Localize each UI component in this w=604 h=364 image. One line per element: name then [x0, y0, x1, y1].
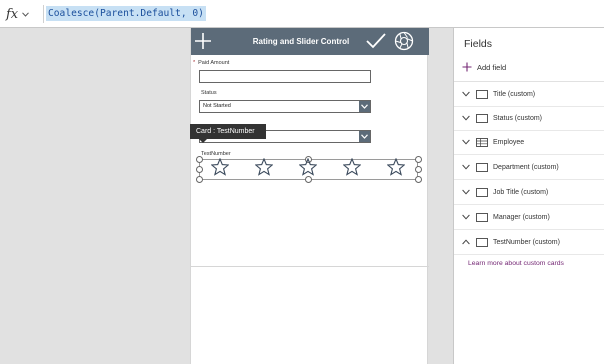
- star-icon[interactable]: [343, 158, 361, 176]
- status-label: Status: [201, 90, 217, 96]
- chevron-down-icon: [22, 11, 30, 17]
- add-icon[interactable]: [194, 32, 212, 50]
- add-field-button[interactable]: Add field: [462, 61, 506, 73]
- resize-handle-bottom-left[interactable]: [196, 176, 203, 183]
- chevron-down-icon[interactable]: [462, 91, 470, 97]
- rating-control[interactable]: [211, 158, 411, 178]
- plus-icon: [462, 62, 472, 72]
- resize-handle-bottom-right[interactable]: [415, 176, 422, 183]
- camera-icon[interactable]: [394, 31, 414, 51]
- chevron-down-icon[interactable]: [359, 101, 370, 112]
- divider: [454, 81, 604, 82]
- app-screen: Rating and Slider Control * Paid Amount S…: [190, 28, 429, 364]
- checkmark-icon[interactable]: [366, 32, 386, 50]
- chevron-down-icon[interactable]: [462, 214, 470, 220]
- divider: [191, 266, 429, 267]
- field-item-testnumber[interactable]: TestNumber (custom): [454, 231, 604, 255]
- field-item-label: Manager (custom): [493, 214, 550, 221]
- chevron-down-icon[interactable]: [462, 139, 470, 145]
- resize-handle-top-left[interactable]: [196, 156, 203, 163]
- chevron-down-icon[interactable]: [462, 115, 470, 121]
- chevron-down-icon[interactable]: [359, 131, 370, 142]
- required-indicator: *: [193, 60, 196, 66]
- field-item-title[interactable]: Title (custom): [454, 83, 604, 107]
- star-icon[interactable]: [211, 158, 229, 176]
- text-field-icon: [476, 188, 488, 197]
- formula-input[interactable]: Coalesce(Parent.Default, 0): [46, 6, 206, 21]
- field-item-label: Status (custom): [493, 115, 543, 122]
- chevron-down-icon[interactable]: [462, 189, 470, 195]
- field-item-label: Department (custom): [493, 164, 559, 171]
- screen-title: Rating and Slider Control: [252, 37, 350, 46]
- text-field-icon: [476, 90, 488, 99]
- field-item-department[interactable]: Department (custom): [454, 156, 604, 180]
- status-dropdown[interactable]: Not Started: [199, 100, 371, 113]
- formula-bar: fx Coalesce(Parent.Default, 0): [0, 0, 604, 28]
- chevron-down-icon[interactable]: [462, 164, 470, 170]
- card-tooltip: Card : TestNumber: [190, 124, 266, 139]
- field-item-job-title[interactable]: Job Title (custom): [454, 181, 604, 205]
- field-item-manager[interactable]: Manager (custom): [454, 206, 604, 230]
- text-field-icon: [476, 163, 488, 172]
- chevron-up-icon[interactable]: [462, 239, 470, 245]
- field-item-label: Title (custom): [493, 91, 536, 98]
- text-field-icon: [476, 114, 488, 123]
- fx-label: fx: [6, 6, 19, 22]
- fields-pane: Fields Add field Title (custom) Status (…: [453, 28, 604, 364]
- field-item-label: Job Title (custom): [493, 189, 549, 196]
- resize-handle-middle-left[interactable]: [196, 166, 203, 173]
- add-field-label: Add field: [477, 62, 507, 72]
- learn-more-link[interactable]: Learn more about custom cards: [468, 260, 564, 267]
- star-icon[interactable]: [387, 158, 405, 176]
- fx-dropdown-button[interactable]: fx: [6, 4, 40, 24]
- status-dropdown-value: Not Started: [203, 103, 231, 109]
- text-field-icon: [476, 213, 488, 222]
- field-item-status[interactable]: Status (custom): [454, 107, 604, 131]
- text-field-icon: [476, 238, 488, 247]
- table-field-icon: [476, 138, 488, 147]
- star-icon[interactable]: [299, 158, 317, 176]
- field-item-employee[interactable]: Employee: [454, 131, 604, 155]
- divider: [43, 5, 44, 23]
- field-item-label: Employee: [493, 139, 525, 146]
- app-header: Rating and Slider Control: [191, 28, 429, 55]
- testnumber-label: TestNumber: [201, 151, 231, 157]
- paid-amount-label: * Paid Amount: [193, 60, 230, 66]
- pane-title: Fields: [464, 38, 493, 50]
- star-icon[interactable]: [255, 158, 273, 176]
- resize-handle-top-right[interactable]: [415, 156, 422, 163]
- field-item-label: TestNumber (custom): [493, 239, 560, 246]
- tooltip-arrow: [199, 139, 207, 143]
- paid-amount-input[interactable]: [199, 70, 371, 83]
- design-canvas: Rating and Slider Control * Paid Amount S…: [0, 28, 453, 364]
- resize-handle-middle-right[interactable]: [415, 166, 422, 173]
